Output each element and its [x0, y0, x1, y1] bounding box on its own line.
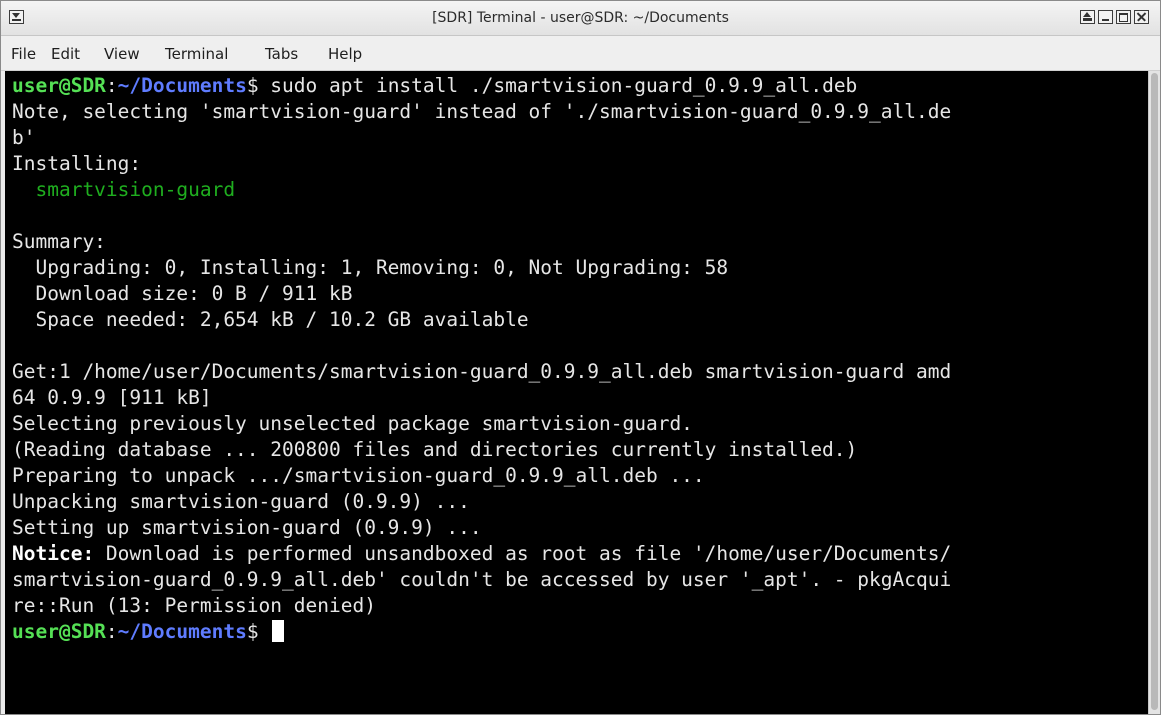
typed-command: sudo apt install ./smartvision-guard_0.9…: [270, 74, 858, 97]
prompt-separator: :: [105, 74, 118, 97]
output-line: re::Run (13: Permission denied): [12, 594, 376, 617]
output-line: Space needed: 2,654 kB / 10.2 GB availab…: [12, 308, 529, 331]
output-line: smartvision-guard_0.9.9_all.deb' couldn'…: [12, 568, 952, 591]
output-line: Summary:: [12, 230, 106, 253]
menu-terminal[interactable]: Terminal: [161, 36, 232, 70]
output-line: (Reading database ... 200800 files and d…: [12, 438, 858, 461]
scrollbar-thumb[interactable]: [1151, 73, 1158, 710]
package-name-line: smartvision-guard: [12, 178, 236, 201]
menu-help[interactable]: Help: [324, 36, 366, 70]
minimize-icon[interactable]: [1098, 10, 1113, 24]
menu-bar: File Edit View Terminal Tabs Help: [1, 36, 1160, 71]
output-line: Setting up smartvision-guard (0.9.9) ...: [12, 516, 482, 539]
prompt-user: user@SDR: [12, 620, 106, 643]
menu-edit[interactable]: Edit: [47, 36, 84, 70]
prompt-path: ~/Documents: [117, 74, 247, 97]
output-line: Unpacking smartvision-guard (0.9.9) ...: [12, 490, 470, 513]
output-line: 64 0.9.9 [911 kB]: [12, 386, 212, 409]
title-bar[interactable]: [SDR] Terminal - user@SDR: ~/Documents: [1, 1, 1160, 36]
menu-view[interactable]: View: [100, 36, 144, 70]
window-title: [SDR] Terminal - user@SDR: ~/Documents: [432, 10, 729, 26]
output-line: Installing:: [12, 152, 142, 175]
output-line: Upgrading: 0, Installing: 1, Removing: 0…: [12, 256, 729, 279]
notice-text: Download is performed unsandboxed as roo…: [94, 542, 952, 565]
output-line: b': [12, 126, 36, 149]
prompt-separator: :: [105, 620, 118, 643]
notice-label: Notice:: [12, 542, 95, 565]
current-prompt-line: user@SDR:~/Documents$: [12, 620, 285, 644]
vertical-scrollbar[interactable]: [1148, 71, 1160, 714]
output-line: Preparing to unpack .../smartvision-guar…: [12, 464, 705, 487]
menu-tabs[interactable]: Tabs: [261, 36, 302, 70]
prompt-symbol: $: [246, 620, 271, 643]
terminal-output[interactable]: user@SDR:~/Documents$ sudo apt install .…: [5, 71, 1148, 714]
prompt-symbol: $: [246, 74, 271, 97]
close-icon[interactable]: [1134, 10, 1149, 24]
notice-line: Notice: Download is performed unsandboxe…: [12, 542, 951, 566]
command-line: user@SDR:~/Documents$ sudo apt install .…: [12, 74, 857, 98]
prompt-user: user@SDR: [12, 74, 106, 97]
text-cursor[interactable]: [272, 620, 285, 642]
output-line: Get:1 /home/user/Documents/smartvision-g…: [12, 360, 952, 383]
shade-window-icon[interactable]: [1080, 10, 1095, 24]
maximize-icon[interactable]: [1116, 10, 1131, 24]
output-line: Note, selecting 'smartvision-guard' inst…: [12, 100, 952, 123]
output-line: Selecting previously unselected package …: [12, 412, 693, 435]
terminal-window: [SDR] Terminal - user@SDR: ~/Documents F…: [0, 0, 1161, 715]
prompt-path: ~/Documents: [117, 620, 247, 643]
menu-file[interactable]: File: [7, 36, 40, 70]
output-line: Download size: 0 B / 911 kB: [12, 282, 353, 305]
